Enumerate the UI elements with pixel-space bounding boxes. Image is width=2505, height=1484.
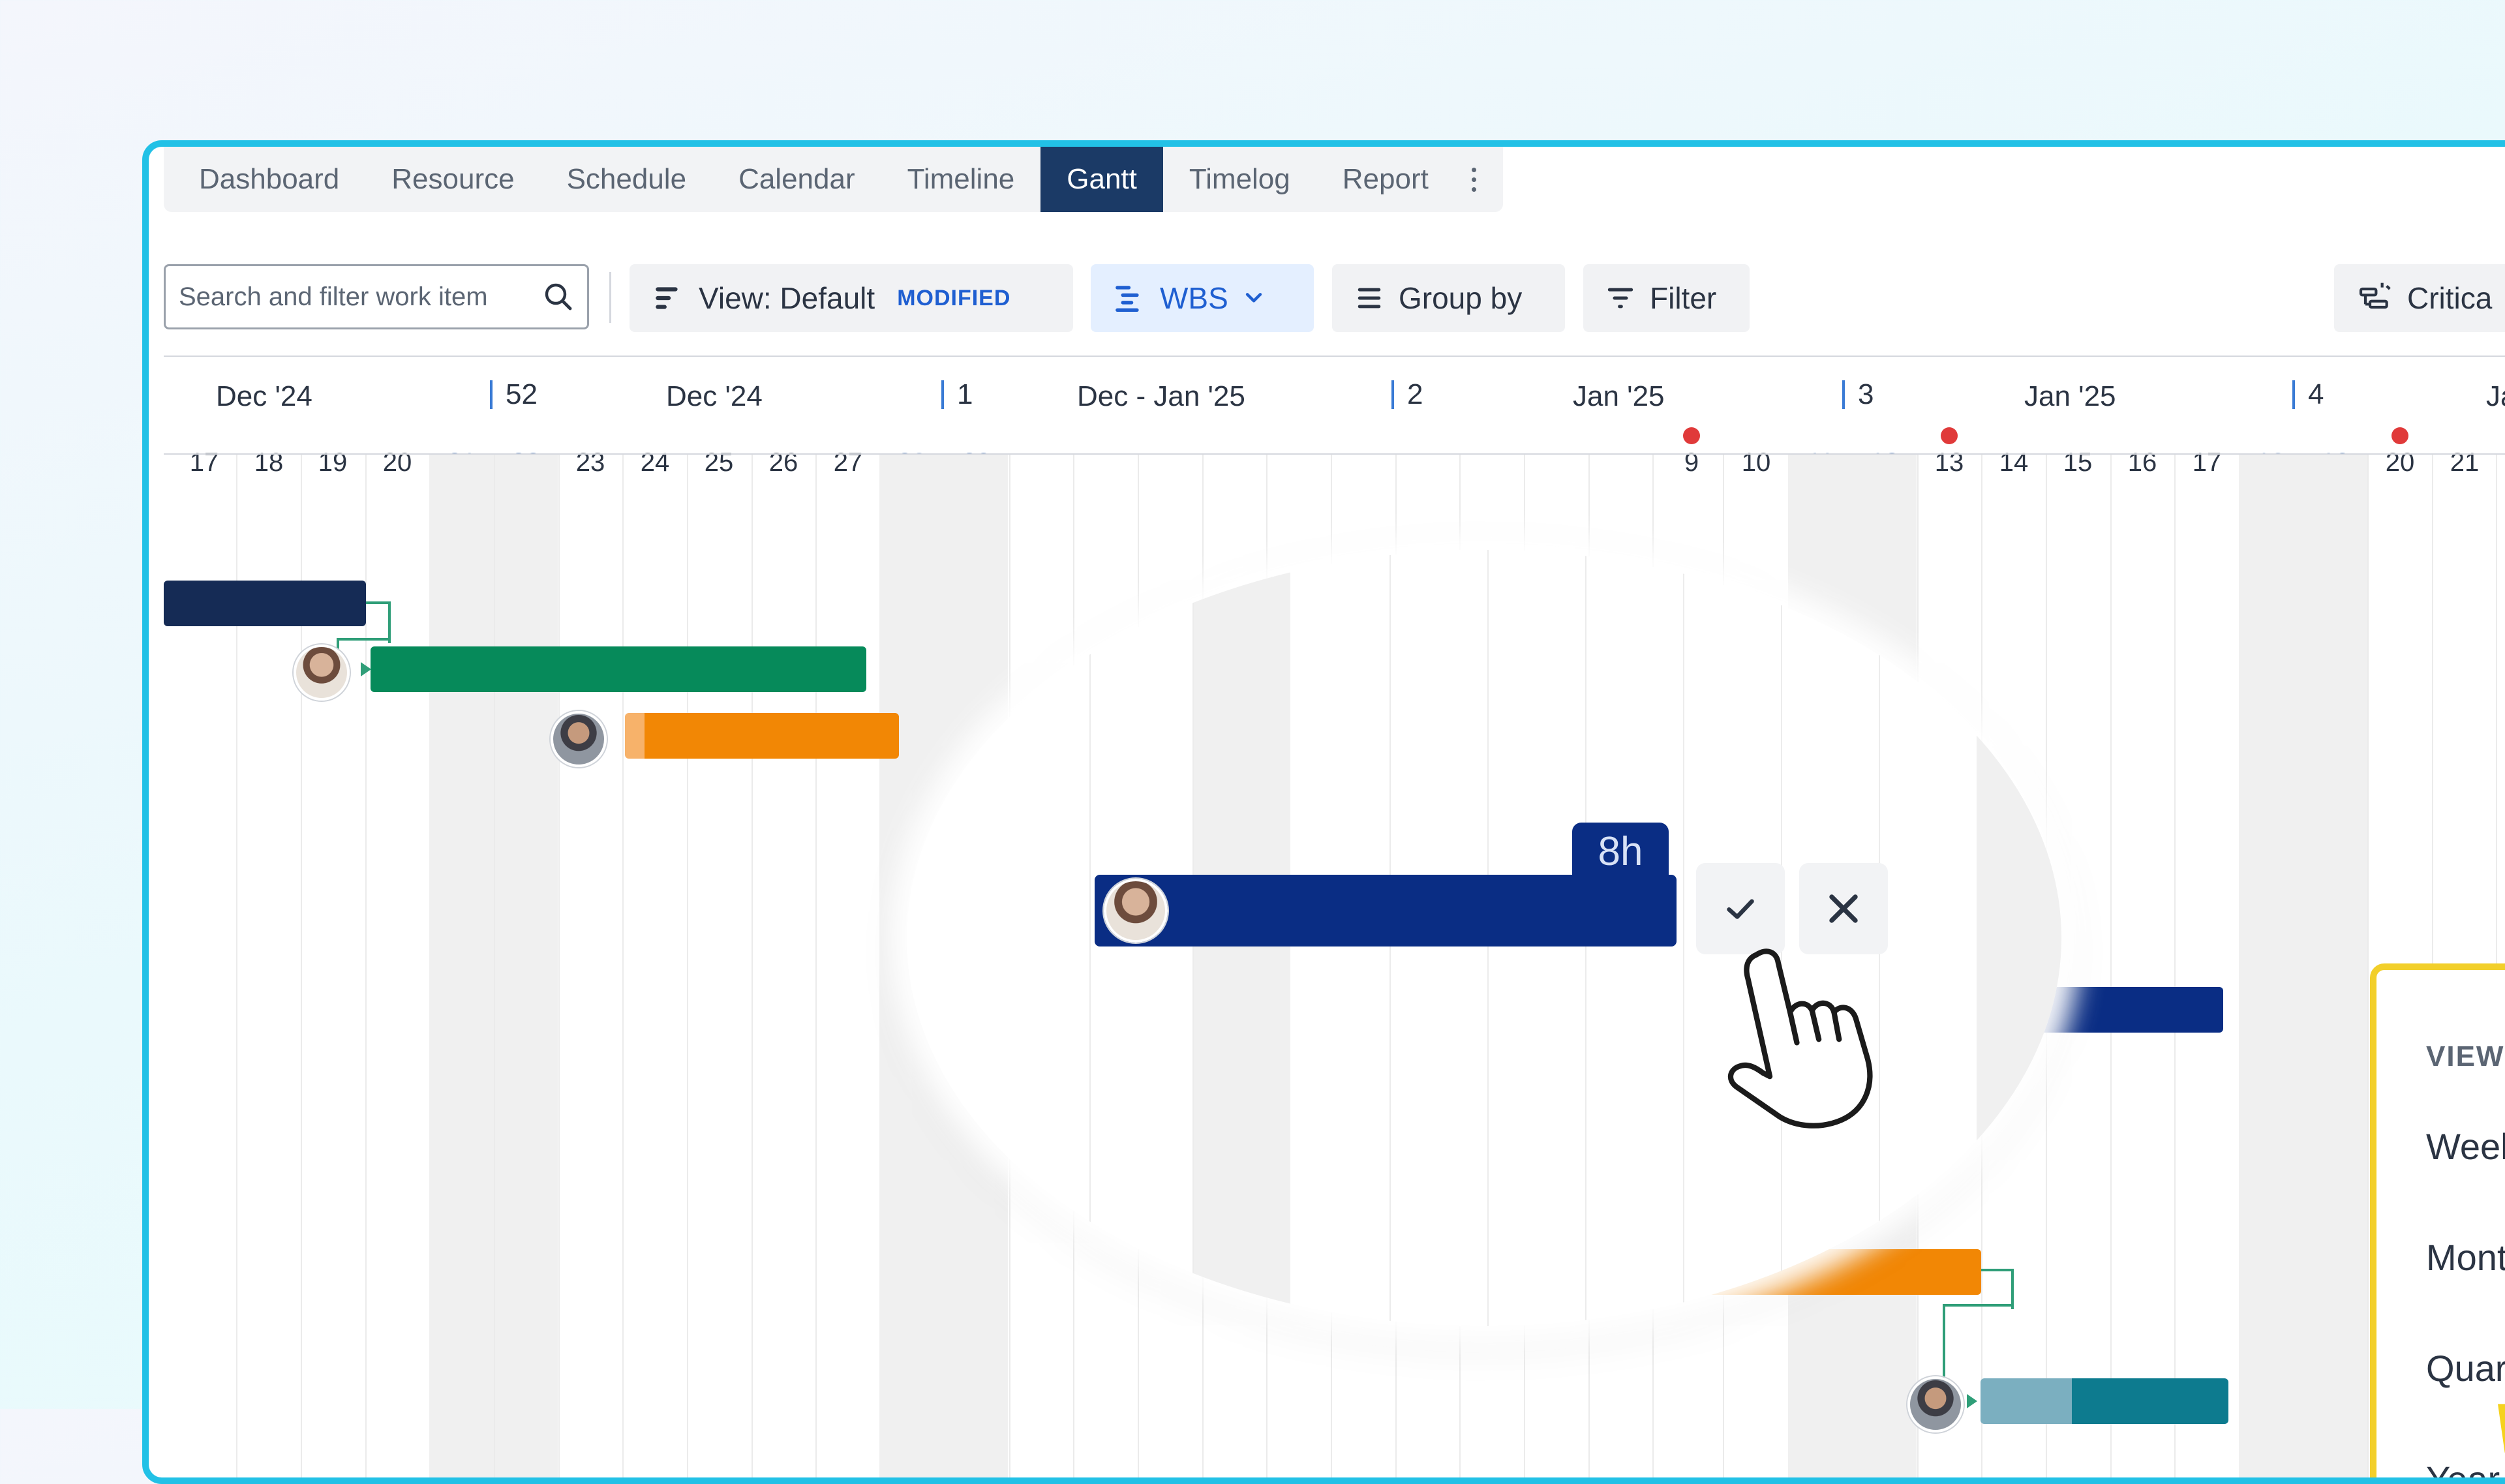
- search-placeholder: Search and filter work item: [179, 282, 488, 311]
- week-number: 1: [941, 380, 973, 409]
- avatar[interactable]: [551, 711, 607, 767]
- more-tabs-icon[interactable]: [1455, 147, 1494, 212]
- view-mode-month[interactable]: Month: [2426, 1236, 2505, 1279]
- view-mode-menu: VIEW MODE Week Month Quarter Year: [2370, 963, 2505, 1477]
- tab-calendar[interactable]: Calendar: [712, 147, 881, 212]
- tab-gantt[interactable]: Gantt: [1040, 147, 1163, 212]
- task-bar[interactable]: [164, 581, 366, 626]
- critical-path-icon: [2359, 282, 2391, 309]
- toolbar-divider: [609, 272, 611, 323]
- week-number: 4: [2292, 380, 2324, 409]
- cancel-button[interactable]: [1799, 863, 1888, 954]
- checkmark-icon: [1727, 899, 1754, 919]
- week-number: 52: [490, 380, 538, 409]
- task-bar[interactable]: [371, 646, 866, 692]
- view-icon: [656, 287, 678, 309]
- dependency-arrow: [361, 662, 371, 676]
- pointer-hand-icon: [1727, 948, 1873, 1128]
- timeline-header: Dec '24 52 Dec '24 1 Dec - Jan '25 2 Jan…: [164, 356, 2505, 477]
- view-label: View: Default: [699, 281, 875, 315]
- dependency-connector: [366, 601, 391, 643]
- week-label: Dec '24: [216, 380, 312, 412]
- list-icon: [1358, 288, 1381, 309]
- view-mode-quarter[interactable]: Quarter: [2426, 1347, 2505, 1389]
- magnifier-lens: 8h: [907, 550, 2061, 1326]
- week-number: 2: [1391, 380, 1423, 409]
- week-label: Jan '25: [2024, 380, 2116, 412]
- wbs-label: WBS: [1160, 281, 1228, 315]
- tab-timeline[interactable]: Timeline: [881, 147, 1041, 212]
- task-bar[interactable]: [625, 713, 899, 759]
- avatar[interactable]: [1907, 1376, 1964, 1432]
- wbs-button[interactable]: WBS: [1091, 264, 1314, 332]
- chevron-down-icon: [1245, 293, 1262, 303]
- weekend-column: [2239, 455, 2367, 1477]
- tab-resource[interactable]: Resource: [365, 147, 540, 212]
- tab-dashboard[interactable]: Dashboard: [173, 147, 365, 212]
- confirm-button[interactable]: [1696, 863, 1785, 954]
- close-icon: [1829, 894, 1858, 923]
- critical-path-label: Critica: [2407, 281, 2493, 315]
- modified-badge: MODIFIED: [897, 285, 1011, 310]
- time-log-bar[interactable]: [1095, 875, 1677, 946]
- wbs-icon: [1116, 286, 1139, 312]
- view-button[interactable]: View: Default MODIFIED: [630, 264, 1073, 332]
- search-input[interactable]: Search and filter work item: [164, 264, 589, 329]
- week-label: Dec - Jan '25: [1077, 380, 1245, 412]
- holiday-marker: [1683, 427, 1700, 444]
- tab-bar: Dashboard Resource Schedule Calendar Tim…: [164, 147, 1503, 212]
- group-by-button[interactable]: Group by: [1332, 264, 1565, 332]
- tab-schedule[interactable]: Schedule: [541, 147, 712, 212]
- dependency-connector: [337, 638, 388, 641]
- avatar[interactable]: [294, 644, 350, 701]
- filter-icon: [1607, 288, 1633, 309]
- group-by-label: Group by: [1399, 281, 1523, 315]
- task-bar[interactable]: [1981, 1378, 2228, 1424]
- week-label: Jan '25: [1573, 380, 1665, 412]
- search-icon[interactable]: [543, 281, 574, 312]
- holiday-marker: [1941, 427, 1958, 444]
- critical-path-button[interactable]: Critica: [2334, 264, 2505, 332]
- view-mode-week[interactable]: Week: [2426, 1125, 2505, 1168]
- week-label: Dec '24: [666, 380, 763, 412]
- view-mode-title: VIEW MODE: [2426, 1040, 2505, 1072]
- filter-label: Filter: [1650, 281, 1717, 315]
- app-window: Dashboard Resource Schedule Calendar Tim…: [142, 140, 2505, 1484]
- sparkle-icon: [2498, 1404, 2505, 1453]
- dependency-arrow: [1967, 1394, 1977, 1408]
- avatar: [1104, 879, 1168, 943]
- holiday-marker: [2391, 427, 2408, 444]
- week-label: Ja: [2486, 380, 2505, 412]
- week-number: 3: [1842, 380, 1874, 409]
- hours-tooltip: 8h: [1572, 823, 1669, 880]
- tab-report[interactable]: Report: [1316, 147, 1455, 212]
- tab-timelog[interactable]: Timelog: [1163, 147, 1316, 212]
- filter-button[interactable]: Filter: [1583, 264, 1750, 332]
